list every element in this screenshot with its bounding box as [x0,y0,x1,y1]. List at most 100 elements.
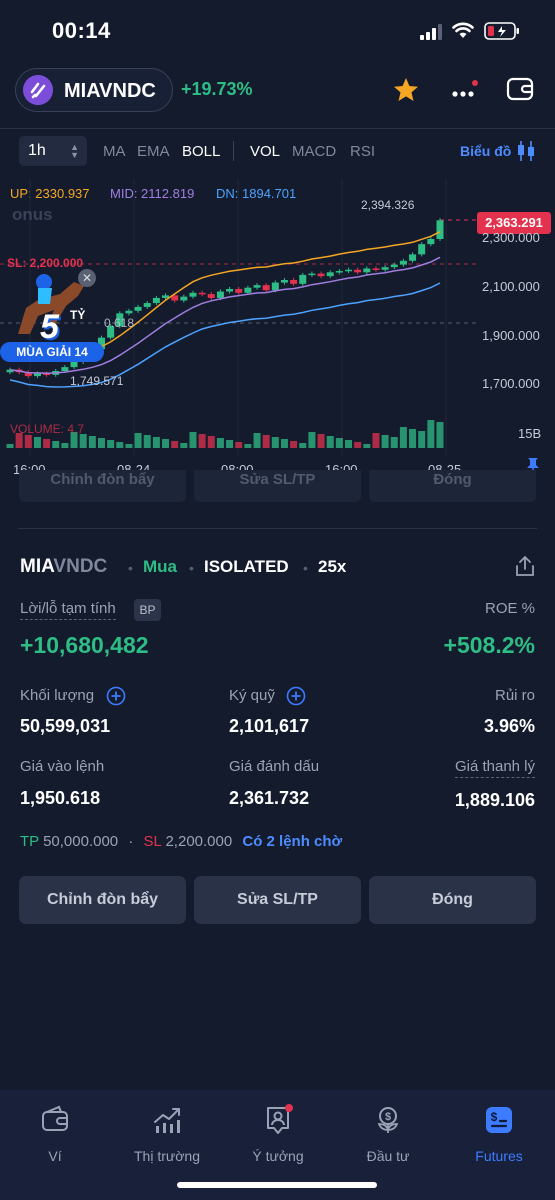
separator-dot: • [303,560,308,576]
sl-key: SL [143,833,162,850]
candle-body [180,296,188,301]
volume-bar [125,444,133,448]
close-position-button[interactable]: Đóng [369,876,536,924]
separator-dot: • [128,560,133,576]
nav-invest[interactable]: $ Đầu tư [343,1104,433,1164]
volume-bar [262,435,270,448]
volume-bar [79,434,87,448]
y-axis-tick: 1,900.000 [482,328,540,343]
candle-body [207,294,215,298]
nav-ideas[interactable]: Ý tưởng [233,1104,323,1164]
futures-icon: $ [486,1107,512,1133]
candle-body [317,273,325,277]
y-axis-tick: 2,100.000 [482,279,540,294]
candle-body [226,288,234,292]
home-indicator [177,1182,377,1188]
high-price-label: 2,394.326 [361,198,415,212]
bp-badge[interactable]: BP [134,599,161,621]
header-divider [0,128,555,129]
indicator-macd[interactable]: MACD [292,143,336,160]
candle-body [381,267,389,270]
candle-body [216,291,224,298]
margin-label: Ký quỹ [229,687,275,704]
add-volume-icon[interactable] [106,686,126,706]
volume-bar [308,432,316,448]
position-side: Mua [143,557,177,576]
candle-body [152,297,160,304]
nav-market[interactable]: Thị trường [122,1104,212,1164]
roe-label: ROE % [484,600,535,617]
volume-bar [436,422,444,448]
indicator-vol[interactable]: VOL [250,143,280,160]
candle-body [162,295,170,298]
candle-body [244,287,252,293]
ghost-close-button: Đóng [369,470,536,502]
candlestick-icon[interactable] [516,140,536,162]
candle-body [326,272,334,277]
indicator-ma[interactable]: MA [103,143,126,160]
favorite-star-icon[interactable] [392,76,420,104]
candle-body [399,260,407,265]
candle-body [262,285,270,291]
candle-body [390,264,398,268]
candle-body [253,285,261,288]
wallet-icon [42,1105,68,1131]
volume-bar [299,443,307,448]
candle-body [125,310,133,314]
candle-body [354,269,362,273]
nav-label: Ví [48,1148,62,1164]
candle-body [198,292,206,295]
entry-price-label: Giá vào lệnh [20,758,105,775]
volume-label: Khối lượng [20,687,95,704]
indicator-rsi[interactable]: RSI [350,143,375,160]
volume-bar [326,436,334,448]
risk-label: Rủi ro [494,687,535,704]
volume-label: VOLUME: 4.7 [10,422,85,436]
cellular-signal-icon [420,24,442,40]
volume-bar [52,441,60,448]
pair-selector[interactable]: MIAVNDC [15,68,173,112]
separator-dot: • [189,560,194,576]
volume-bar [88,436,96,448]
volume-bar [171,441,179,448]
indicator-ema[interactable]: EMA [137,143,170,160]
timeframe-select[interactable]: 1h ▲ ▼ [19,136,87,166]
volume-bar [180,443,188,448]
volume-bar [345,440,353,448]
volume-bar [317,434,325,448]
ideas-user-icon [267,1104,293,1134]
svg-text:$: $ [491,1110,498,1124]
chart-fullscreen-button[interactable]: Biểu đồ [460,143,511,159]
liquidation-price-value: 1,889.106 [454,790,535,810]
mark-price-value: 2,361.732 [229,788,310,808]
volume-bar [216,438,224,448]
promo-close-icon[interactable]: ✕ [78,269,96,287]
nav-wallet[interactable]: Ví [10,1104,100,1164]
edit-tpsl-button[interactable]: Sửa SL/TP [194,876,361,924]
season-promo-badge[interactable]: 5 TỶ MÙA GIẢI 14 ✕ [0,262,106,362]
candle-body [418,244,426,255]
indicator-boll[interactable]: BOLL [182,143,220,160]
volume-bar [335,438,343,448]
y-axis-tick: 2,300.000 [482,230,540,245]
candle-body [33,373,41,377]
promo-banner: MÙA GIẢI 14 [0,342,104,362]
volume-bar [207,436,215,448]
volume-bar [116,442,124,448]
candle-body [61,367,69,371]
volume-bar [189,432,197,448]
y-axis-tick: 1,700.000 [482,376,540,391]
candle-body [345,269,353,272]
chart-toolbar: 1h ▲ ▼ MA EMA BOLL VOL MACD RSI Biểu đồ [0,136,555,168]
timeframe-value: 1h [28,142,46,159]
more-options-icon[interactable] [450,80,480,102]
adjust-leverage-button[interactable]: Chỉnh đòn bẩy [19,876,186,924]
wallet-icon[interactable] [506,76,534,102]
candle-body [436,220,444,239]
pending-orders-link[interactable]: Có 2 lệnh chờ [242,833,342,850]
add-margin-icon[interactable] [286,686,306,706]
share-icon[interactable] [514,555,536,577]
volume-bar [97,438,105,448]
ghost-leverage-button: Chỉnh đòn bẩy [19,470,186,502]
nav-futures[interactable]: $ Futures [454,1104,544,1164]
